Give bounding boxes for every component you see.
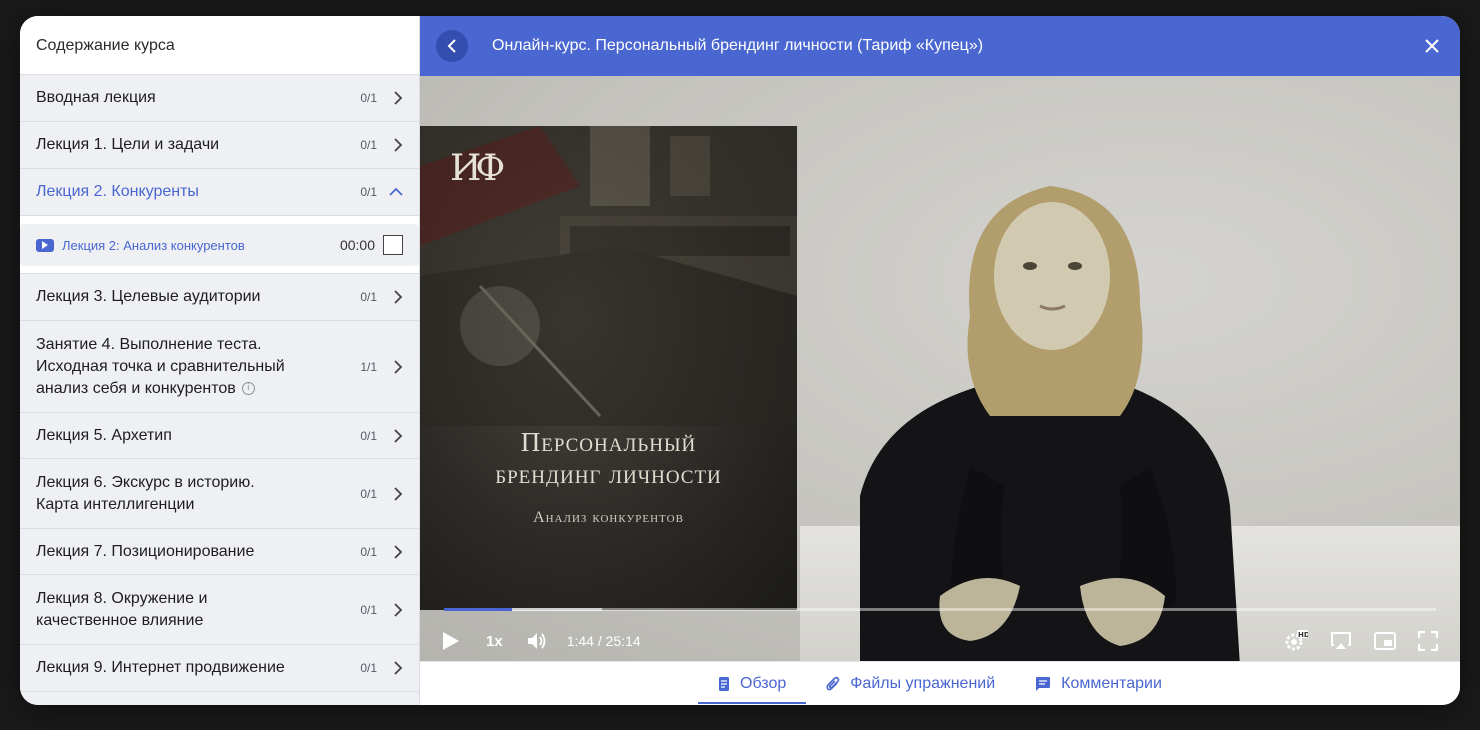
- app-window: Содержание курса Вводная лекция 0/1 Лекц…: [20, 16, 1460, 705]
- video-progress-bar[interactable]: [444, 608, 1436, 611]
- lesson-item-3[interactable]: Лекция 3. Целевые аудитории 0/1: [20, 274, 419, 321]
- lesson-title: Лекция 9. Интернет продвижение: [36, 659, 285, 676]
- svg-text:HD: HD: [1298, 631, 1308, 639]
- top-bar: Онлайн-курс. Персональный брендинг лично…: [420, 16, 1460, 76]
- chevron-right-icon: [377, 428, 403, 443]
- chevron-right-icon: [377, 544, 403, 559]
- play-icon: [443, 632, 459, 650]
- lesson-title: Лекция 7. Позиционирование: [36, 542, 255, 560]
- lesson-progress-count: 0/1: [360, 661, 377, 675]
- video-player[interactable]: ИФ Персональный брендинг личности Анализ…: [420, 76, 1460, 661]
- document-icon: [719, 676, 730, 691]
- video-play-icon: [36, 238, 54, 252]
- comment-icon: [1036, 676, 1051, 691]
- chevron-right-icon: [377, 602, 403, 617]
- tab-label: Комментарии: [1061, 674, 1162, 692]
- airplay-icon: [1331, 632, 1351, 649]
- lesson-title: Лекция 2. Конкуренты: [36, 183, 199, 200]
- lesson-tabs: Обзор Файлы упражнений Комментарии: [420, 661, 1460, 705]
- chevron-right-icon: [377, 661, 403, 675]
- video-frame-presenter: [860, 186, 1240, 661]
- player-controls: 1x 1:44 / 25:14 HD: [420, 621, 1460, 661]
- lesson-title-wrap: Занятие 4. Выполнение теста. Исходная то…: [36, 334, 337, 400]
- lesson-item-4[interactable]: Занятие 4. Выполнение теста. Исходная то…: [20, 321, 419, 413]
- volume-icon: [527, 633, 546, 649]
- lesson-progress-count: 0/1: [360, 185, 377, 199]
- sublesson-title: Лекция 2: Анализ конкурентов: [62, 237, 245, 253]
- lesson-item-5[interactable]: Лекция 5. Архетип 0/1: [20, 413, 419, 459]
- course-title: Онлайн-курс. Персональный брендинг лично…: [492, 37, 984, 54]
- back-button[interactable]: [436, 30, 468, 62]
- course-contents-sidebar: Содержание курса Вводная лекция 0/1 Лекц…: [20, 16, 420, 705]
- lesson-title: Лекция 1. Цели и задачи: [36, 136, 220, 153]
- lesson-progress-count: 0/1: [360, 544, 377, 559]
- sublesson-duration: 00:00: [339, 237, 375, 253]
- tab-label: Обзор: [740, 674, 787, 692]
- lesson-progress-count: 0/1: [360, 290, 377, 304]
- close-icon: [1425, 39, 1439, 53]
- info-icon[interactable]: i: [241, 381, 255, 395]
- lesson-title: Лекция 8. Окружение и качественное влиян…: [36, 589, 208, 629]
- airplay-button[interactable]: [1330, 632, 1352, 650]
- lesson-title: Лекция 6. Экскурс в историю. Карта интел…: [36, 473, 255, 513]
- poster-title-line2: брендинг личности: [495, 459, 722, 489]
- main-content: Онлайн-курс. Персональный брендинг лично…: [420, 16, 1460, 705]
- close-button[interactable]: [1420, 34, 1444, 58]
- poster-title-line1: Персональный: [520, 427, 697, 457]
- lesson-item-2[interactable]: Лекция 2. Конкуренты 0/1: [20, 169, 419, 216]
- lesson-progress-count: 0/1: [360, 138, 377, 152]
- completion-checkbox[interactable]: [383, 235, 403, 255]
- poster-subtitle: Анализ конкурентов: [533, 509, 684, 526]
- sublesson-item[interactable]: Лекция 2: Анализ конкурентов 00:00: [20, 216, 419, 274]
- lesson-title: Лекция 3. Целевые аудитории: [36, 288, 261, 305]
- poster-title: Персональный брендинг личности: [420, 426, 797, 490]
- chevron-right-icon: [377, 91, 403, 105]
- chevron-right-icon: [377, 290, 403, 304]
- quality-settings-button[interactable]: HD: [1284, 630, 1308, 652]
- gear-hd-icon: HD: [1285, 630, 1308, 651]
- lesson-progress-count: 1/1: [360, 359, 377, 374]
- fullscreen-button[interactable]: [1418, 631, 1438, 651]
- sublesson-row[interactable]: Лекция 2: Анализ конкурентов 00:00: [20, 224, 419, 266]
- chevron-right-icon: [377, 138, 403, 152]
- tab-exercise-files[interactable]: Файлы упражнений: [806, 662, 1015, 705]
- lesson-progress-count: 0/1: [360, 91, 377, 105]
- play-button[interactable]: [442, 631, 460, 651]
- chevron-up-icon: [377, 187, 403, 197]
- lesson-item-8[interactable]: Лекция 8. Окружение и качественное влиян…: [20, 575, 419, 645]
- lesson-item-9[interactable]: Лекция 9. Интернет продвижение 0/1: [20, 645, 419, 692]
- chevron-left-icon: [447, 39, 456, 53]
- chevron-right-icon: [377, 486, 403, 501]
- tab-label: Файлы упражнений: [850, 674, 996, 692]
- lesson-progress-count: 0/1: [360, 602, 377, 617]
- volume-button[interactable]: [527, 632, 547, 650]
- lesson-title: Вводная лекция: [36, 89, 156, 106]
- course-poster: ИФ Персональный брендинг личности Анализ…: [420, 126, 797, 610]
- lesson-progress-count: 0/1: [360, 486, 377, 501]
- video-timecode: 1:44 / 25:14: [566, 633, 641, 649]
- chevron-right-icon: [377, 359, 403, 374]
- sidebar-header: Содержание курса: [20, 16, 419, 75]
- lesson-item-7[interactable]: Лекция 7. Позиционирование 0/1: [20, 529, 419, 575]
- lesson-title: Лекция 5. Архетип: [36, 426, 172, 444]
- video-progress-fill: [444, 608, 513, 611]
- lesson-item-1[interactable]: Лекция 1. Цели и задачи 0/1: [20, 122, 419, 169]
- paperclip-icon: [826, 676, 840, 690]
- pip-icon: [1374, 632, 1396, 650]
- fullscreen-icon: [1418, 631, 1438, 651]
- tab-comments[interactable]: Комментарии: [1015, 662, 1182, 705]
- picture-in-picture-button[interactable]: [1374, 632, 1396, 650]
- poster-logo: ИФ: [450, 148, 505, 189]
- lesson-item-6[interactable]: Лекция 6. Экскурс в историю. Карта интел…: [20, 459, 419, 529]
- lesson-progress-count: 0/1: [360, 428, 377, 443]
- tab-overview[interactable]: Обзор: [698, 662, 807, 705]
- lesson-item-intro[interactable]: Вводная лекция 0/1: [20, 75, 419, 122]
- playback-speed-button[interactable]: 1x: [486, 633, 503, 650]
